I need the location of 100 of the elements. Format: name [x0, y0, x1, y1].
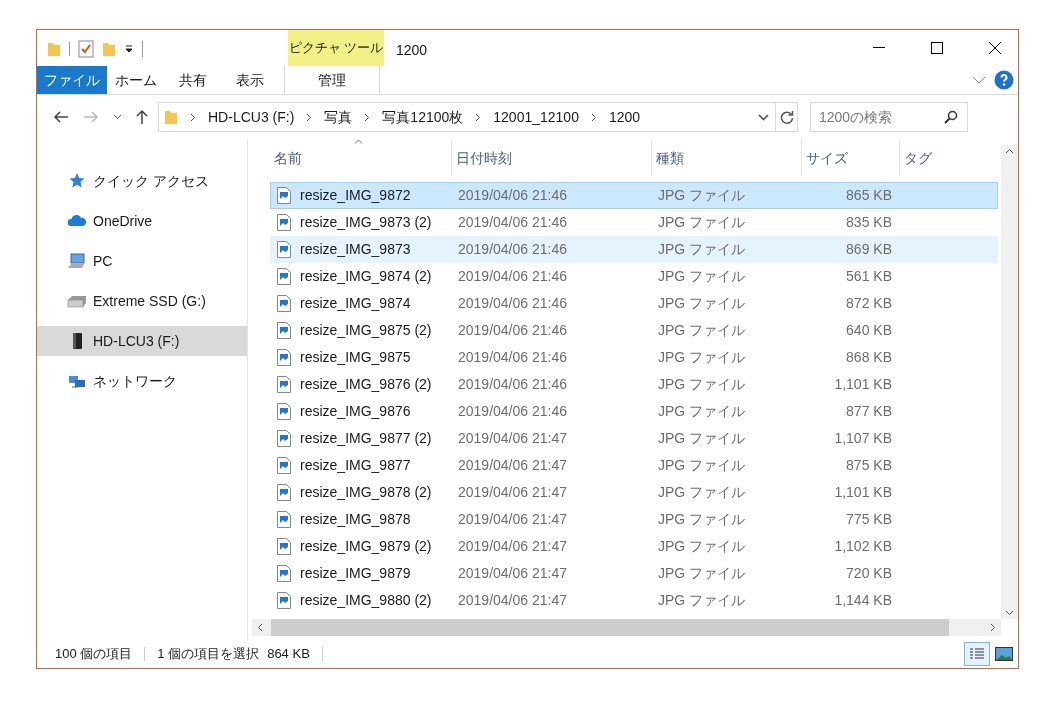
sidebar-item[interactable]: クイック アクセス: [37, 166, 247, 196]
ribbon-tab[interactable]: ホーム: [107, 66, 164, 94]
breadcrumb[interactable]: HD-LCU3 (F:): [208, 106, 295, 128]
help-icon[interactable]: [994, 70, 1014, 90]
image-file-icon: [277, 295, 291, 312]
scroll-left-icon[interactable]: [257, 623, 263, 632]
scroll-up-icon[interactable]: [1005, 148, 1014, 154]
file-date: 2019/04/06 21:46: [457, 267, 568, 286]
file-row[interactable]: resize_IMG_9874 2019/04/06 21:46 JPG ファイル 872 KB: [270, 290, 998, 317]
file-size: 640 KB: [845, 321, 893, 340]
dropdown-icon[interactable]: [124, 44, 134, 54]
sidebar-item[interactable]: PC: [37, 246, 247, 276]
up-arrow-icon[interactable]: [136, 109, 148, 125]
file-row[interactable]: resize_IMG_9874 (2) 2019/04/06 21:46 JPG ファイル 561 KB: [270, 263, 998, 290]
image-file-icon: [277, 484, 291, 501]
file-date: 2019/04/06 21:46: [457, 186, 568, 205]
file-type: JPG ファイル: [657, 213, 747, 232]
breadcrumb[interactable]: 写真: [324, 106, 353, 128]
selection-size: 864 KB: [267, 645, 310, 664]
file-date: 2019/04/06 21:47: [457, 510, 568, 529]
file-date: 2019/04/06 21:47: [457, 429, 568, 448]
image-file-icon: [277, 457, 291, 474]
file-size: 1,101 KB: [833, 483, 893, 502]
search-field[interactable]: 1200の検索: [810, 102, 968, 132]
column-header[interactable]: サイズ: [802, 139, 900, 175]
column-header[interactable]: 日付時刻: [452, 139, 652, 175]
minimize-icon: [873, 47, 885, 49]
file-name: resize_IMG_9876: [300, 402, 411, 421]
file-type: JPG ファイル: [657, 294, 747, 313]
file-row[interactable]: resize_IMG_9873 (2) 2019/04/06 21:46 JPG ファイル 835 KB: [270, 209, 998, 236]
file-row[interactable]: resize_IMG_9875 2019/04/06 21:46 JPG ファイル 868 KB: [270, 344, 998, 371]
window-title: 1200: [396, 41, 428, 60]
file-row[interactable]: resize_IMG_9878 2019/04/06 21:47 JPG ファイル 775 KB: [270, 506, 998, 533]
sidebar-item[interactable]: ネットワーク: [37, 366, 247, 396]
picture-icon: [995, 647, 1013, 661]
chevron-right-icon[interactable]: [306, 112, 313, 122]
selection-count: 1 個の項目を選択: [157, 645, 260, 664]
file-row[interactable]: resize_IMG_9873 2019/04/06 21:46 JPG ファイル 869 KB: [270, 236, 998, 263]
file-row[interactable]: resize_IMG_9872 2019/04/06 21:46 JPG ファイル 865 KB: [270, 182, 998, 209]
image-file-icon: [277, 565, 291, 582]
chevron-right-icon[interactable]: [190, 112, 196, 122]
file-type: JPG ファイル: [657, 483, 747, 502]
properties-icon[interactable]: [78, 40, 94, 58]
chevron-down-icon[interactable]: [113, 114, 122, 120]
file-name: resize_IMG_9880 (2): [300, 591, 432, 610]
image-file-icon: [277, 511, 291, 528]
file-type: JPG ファイル: [657, 591, 747, 610]
column-header[interactable]: タグ: [900, 139, 996, 175]
ribbon-tab[interactable]: 表示: [221, 66, 278, 94]
file-date: 2019/04/06 21:46: [457, 402, 568, 421]
maximize-icon: [931, 42, 943, 54]
file-type: JPG ファイル: [657, 375, 747, 394]
file-row[interactable]: resize_IMG_9875 (2) 2019/04/06 21:46 JPG ファイル 640 KB: [270, 317, 998, 344]
file-row[interactable]: resize_IMG_9877 2019/04/06 21:47 JPG ファイル 875 KB: [270, 452, 998, 479]
close-icon: [989, 42, 1001, 54]
image-file-icon: [277, 187, 291, 204]
ribbon-tab[interactable]: ファイル: [37, 66, 107, 94]
breadcrumb[interactable]: 1200: [608, 106, 641, 128]
file-size: 1,101 KB: [833, 375, 893, 394]
file-name: resize_IMG_9873: [300, 240, 411, 259]
breadcrumb[interactable]: 12001_12100: [493, 106, 579, 128]
vertical-scrollbar[interactable]: [1001, 145, 1018, 619]
file-row[interactable]: resize_IMG_9879 (2) 2019/04/06 21:47 JPG ファイル 1,102 KB: [270, 533, 998, 560]
chevron-right-icon[interactable]: [590, 112, 597, 122]
sidebar-item[interactable]: OneDrive: [37, 206, 247, 236]
file-name: resize_IMG_9877: [300, 456, 411, 475]
file-size: 720 KB: [845, 564, 893, 583]
file-date: 2019/04/06 21:46: [457, 240, 568, 259]
ribbon-tab[interactable]: 共有: [164, 66, 221, 94]
sidebar-item[interactable]: Extreme SSD (G:): [37, 286, 247, 316]
file-type: JPG ファイル: [657, 240, 747, 259]
file-row[interactable]: resize_IMG_9879 2019/04/06 21:47 JPG ファイル 720 KB: [270, 560, 998, 587]
chevron-right-icon[interactable]: [475, 112, 482, 122]
column-header[interactable]: 種類: [652, 139, 802, 175]
scroll-down-icon[interactable]: [1005, 610, 1014, 616]
file-row[interactable]: resize_IMG_9876 (2) 2019/04/06 21:46 JPG ファイル 1,101 KB: [270, 371, 998, 398]
file-row[interactable]: resize_IMG_9877 (2) 2019/04/06 21:47 JPG ファイル 1,107 KB: [270, 425, 998, 452]
file-size: 875 KB: [845, 456, 893, 475]
file-date: 2019/04/06 21:47: [457, 456, 568, 475]
file-row[interactable]: resize_IMG_9880 (2) 2019/04/06 21:47 JPG ファイル 1,144 KB: [270, 587, 998, 614]
chevron-down-icon[interactable]: [758, 113, 769, 121]
breadcrumb[interactable]: 写真12100枚: [382, 106, 464, 128]
computer-icon: [67, 251, 87, 271]
file-row[interactable]: resize_IMG_9878 (2) 2019/04/06 21:47 JPG ファイル 1,101 KB: [270, 479, 998, 506]
file-size: 775 KB: [845, 510, 893, 529]
file-type: JPG ファイル: [657, 564, 747, 583]
scroll-right-icon[interactable]: [990, 623, 996, 632]
file-type: JPG ファイル: [657, 321, 747, 340]
file-row[interactable]: resize_IMG_9876 2019/04/06 21:46 JPG ファイル 877 KB: [270, 398, 998, 425]
chevron-right-icon[interactable]: [364, 112, 371, 122]
address-bar[interactable]: HD-LCU3 (F:) 写真 写真12100枚 12001_12100 1200: [158, 102, 798, 132]
column-header[interactable]: 名前: [270, 139, 452, 175]
file-name: resize_IMG_9877 (2): [300, 429, 432, 448]
back-arrow-icon[interactable]: [53, 111, 69, 123]
context-tab-label: ピクチャ ツール: [288, 30, 384, 66]
file-date: 2019/04/06 21:46: [457, 294, 568, 313]
sidebar-item[interactable]: HD-LCU3 (F:): [37, 326, 247, 356]
ribbon-tab[interactable]: 管理: [284, 66, 380, 94]
file-type: JPG ファイル: [657, 267, 747, 286]
file-date: 2019/04/06 21:47: [457, 564, 568, 583]
